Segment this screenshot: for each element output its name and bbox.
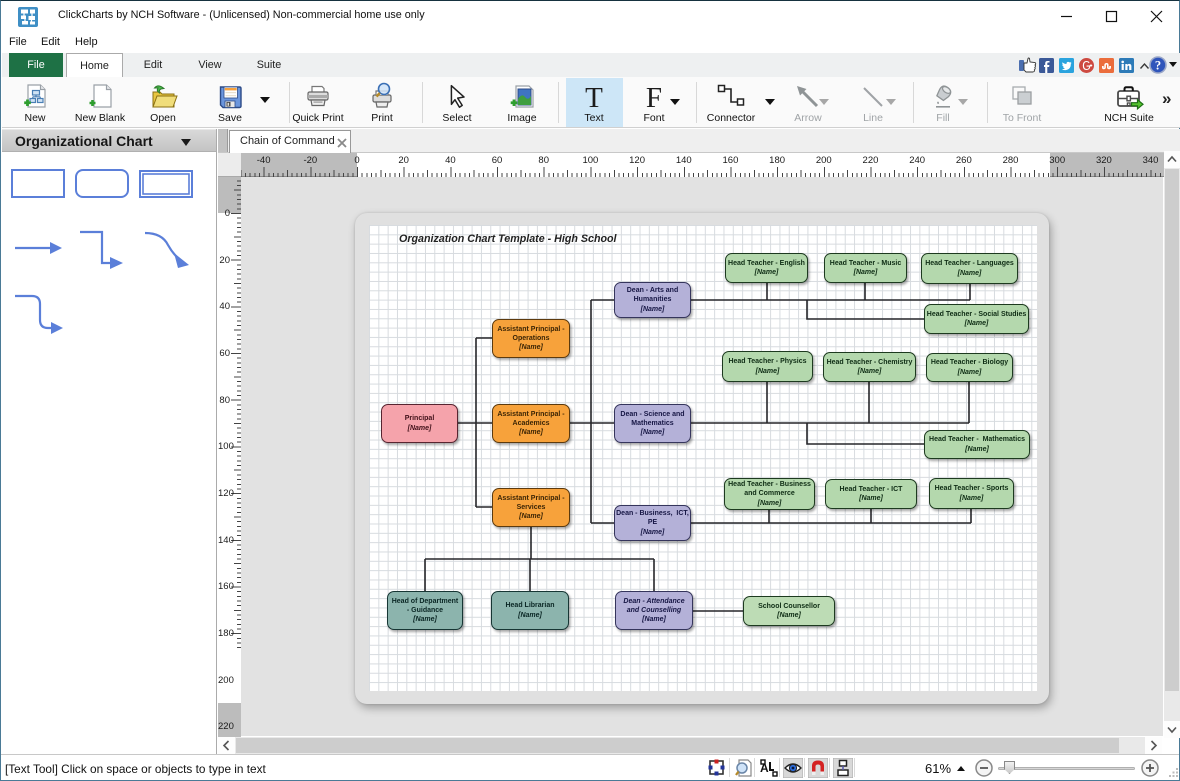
svg-text:?: ? [1155, 58, 1161, 72]
svg-text:T: T [585, 82, 603, 112]
svg-text:F: F [646, 82, 662, 112]
